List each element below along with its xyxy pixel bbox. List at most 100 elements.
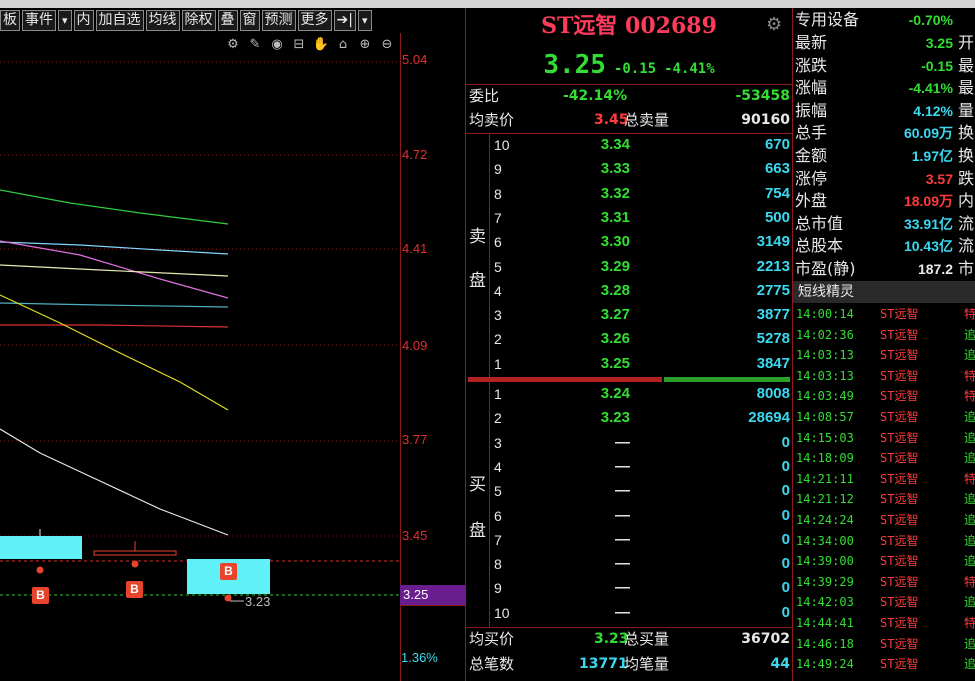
toolbar-button[interactable]: 内 <box>73 10 94 31</box>
stock-code: 002689 <box>625 13 717 39</box>
alert-stock-name: ST远智 <box>880 410 919 424</box>
ma-red-line <box>0 324 229 328</box>
duanxian-row[interactable]: 14:03:49 ST远智 特 <box>796 386 975 407</box>
stock-name: ST远智 <box>541 13 618 39</box>
order-level: 8 <box>494 185 502 202</box>
order-price: 3.23 <box>600 409 630 427</box>
alert-stock-name: ST远智 <box>880 368 919 383</box>
duanxian-row[interactable]: 14:39:29 ST远智 特 <box>796 572 975 593</box>
order-level-row[interactable]: 10 3.34 670 <box>490 133 792 158</box>
toolbar-button[interactable]: 除权 <box>181 10 216 31</box>
order-level-row[interactable]: 7 — 0 <box>490 528 792 553</box>
order-level-row[interactable]: 6 3.30 3149 <box>490 230 792 255</box>
buy-side-label: 盘 <box>469 521 486 541</box>
order-level-row[interactable]: 5 3.29 2213 <box>490 255 792 280</box>
toolbar-button[interactable]: 预测 <box>261 10 296 31</box>
duanxian-row[interactable]: 14:24:24 ST远智 追 <box>796 510 975 531</box>
duanxian-row[interactable]: 14:03:13 ST远智 特 <box>796 366 975 387</box>
candle-2 <box>93 550 177 556</box>
duanxian-row[interactable]: 14:34:00 ST远智 追 <box>796 531 975 552</box>
toolbar-button[interactable]: 更多 <box>297 10 332 31</box>
order-level-row[interactable]: 1 3.25 3847 <box>490 352 792 377</box>
order-level-row[interactable]: 2 3.26 5278 <box>490 327 792 352</box>
sector-name: 专用设备 <box>795 10 860 29</box>
quote-label-secondary: 市 <box>958 259 975 278</box>
toolbar-button[interactable]: ▾ <box>58 10 72 31</box>
duanxian-row[interactable]: 14:15:03 ST远智 追 <box>796 428 975 449</box>
duanxian-row[interactable]: 14:39:00 ST远智 追 <box>796 551 975 572</box>
order-level-row[interactable]: 8 — 0 <box>490 552 792 577</box>
total-sell-label: 总卖量 <box>624 111 670 129</box>
toolbar-button[interactable]: 板 <box>0 10 20 31</box>
alert-time: 14:39:00 <box>796 554 854 569</box>
duanxian-row[interactable]: 14:21:12 ST远智 追 <box>796 489 975 510</box>
order-level: 6 <box>494 234 502 251</box>
order-level-row[interactable]: 7 3.31 500 <box>490 206 792 231</box>
gear-icon[interactable]: ⚙ <box>766 14 782 35</box>
weicha-value: -53458 <box>735 88 790 104</box>
toolbar-button[interactable]: 均线 <box>145 10 180 31</box>
order-level-row[interactable]: 8 3.32 754 <box>490 182 792 207</box>
order-level-row[interactable]: 5 — 0 <box>490 479 792 504</box>
quote-value: 3.57 <box>925 170 953 187</box>
order-level-row[interactable]: 9 — 0 <box>490 576 792 601</box>
ma-teal-line <box>0 302 229 308</box>
quote-value: 4.12% <box>913 102 953 119</box>
quote-label: 涨跌 <box>795 55 828 75</box>
duanxian-row[interactable]: 14:42:03 ST远智 追 <box>796 592 975 613</box>
order-level: 1 <box>494 386 502 402</box>
duanxian-row[interactable]: 14:21:11 ST远智 特 <box>796 469 975 490</box>
alert-time: 14:02:36 <box>796 327 854 342</box>
alert-stock-name: ST远智 <box>880 554 919 569</box>
buy-mark[interactable]: B <box>126 581 143 598</box>
quote-row: 最新 3.25 开 <box>795 32 975 55</box>
order-volume: 0 <box>781 555 790 573</box>
ma-white-line <box>0 428 229 536</box>
order-level-row[interactable]: 1 3.24 8008 <box>490 382 792 407</box>
order-level-row[interactable]: 3 — 0 <box>490 431 792 456</box>
order-volume: 500 <box>764 208 790 226</box>
order-volume: 0 <box>781 603 790 621</box>
duanxian-row[interactable]: 14:49:24 ST远智 追 <box>796 654 975 675</box>
order-level-row[interactable]: 10 — 0 <box>490 601 792 626</box>
buy-mark[interactable]: B <box>220 563 237 580</box>
toolbar-button[interactable]: 叠 <box>217 10 238 31</box>
buy-mark[interactable]: B <box>32 587 49 604</box>
duanxian-row[interactable]: 14:02:36 ST远智 追 <box>796 325 975 346</box>
axis-divider <box>400 605 465 606</box>
quote-label-secondary: 换 <box>958 146 975 165</box>
duanxian-row[interactable]: 14:18:09 ST远智 追 <box>796 448 975 469</box>
ma-green-line <box>0 189 229 225</box>
ma-cyan-line <box>0 241 229 255</box>
alert-stock-name: ST远智 <box>880 657 919 672</box>
duanxian-row[interactable]: 14:46:18 ST远智 追 <box>796 634 975 655</box>
order-level-row[interactable]: 4 3.28 2775 <box>490 279 792 304</box>
toolbar-button[interactable]: ➔| <box>333 10 356 31</box>
duanxian-row[interactable]: 14:08:57 ST远智 追 <box>796 407 975 428</box>
quote-label: 涨停 <box>795 168 828 188</box>
order-level-row[interactable]: 3 3.27 3877 <box>490 303 792 328</box>
order-level-row[interactable]: 6 — 0 <box>490 504 792 529</box>
duanxian-title: 短线精灵 <box>793 281 975 303</box>
alert-stock-name: ST远智 <box>880 492 919 507</box>
kline-chart[interactable]: 3.23 <box>0 33 400 681</box>
alert-type: 追 <box>964 410 975 424</box>
toolbar-button[interactable]: 事件 <box>22 10 56 31</box>
order-level: 3 <box>494 434 502 451</box>
order-level: 4 <box>494 282 502 299</box>
alert-stock-name: ST远智 <box>880 574 919 589</box>
order-price: 3.34 <box>600 136 630 153</box>
toolbar-button[interactable]: 窗 <box>239 10 260 31</box>
sector-row[interactable]: 专用设备 -0.70% <box>795 9 975 32</box>
order-level-row[interactable]: 9 3.33 663 <box>490 157 792 182</box>
order-level-row[interactable]: 4 — 0 <box>490 455 792 480</box>
order-price: 3.30 <box>600 233 630 251</box>
duanxian-row[interactable]: 14:00:14 ST远智 特 <box>796 304 975 325</box>
order-level-row[interactable]: 2 3.23 28694 <box>490 406 792 431</box>
toolbar-button[interactable]: 加自选 <box>95 10 144 31</box>
avg-trade-value: 44 <box>770 656 790 672</box>
duanxian-row[interactable]: 14:03:13 ST远智 追 <box>796 345 975 366</box>
duanxian-row[interactable]: 14:44:41 ST远智 特 <box>796 613 975 634</box>
quote-value: -0.15 <box>921 57 953 74</box>
toolbar-button[interactable]: ▾ <box>357 10 372 31</box>
